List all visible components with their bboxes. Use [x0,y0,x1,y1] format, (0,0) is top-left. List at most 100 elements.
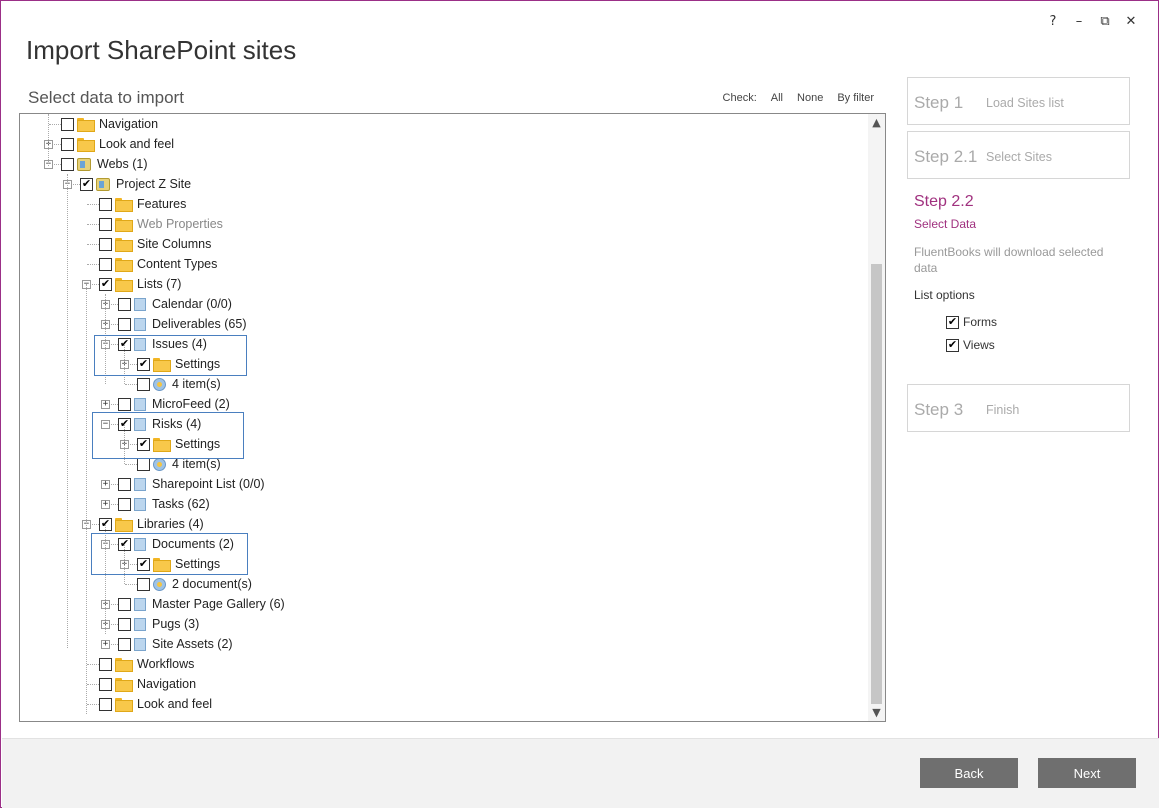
tree-node-checkbox[interactable] [99,257,112,271]
tree-node[interactable]: 2 document(s) [137,574,252,594]
tree-node[interactable]: ✔ Lists (7) [99,274,181,294]
tree-node-checkbox[interactable] [137,377,150,391]
restore-icon[interactable]: ⧉ [1092,11,1118,31]
step-1-name: Load Sites list [986,96,1064,110]
tree-node-checkbox[interactable] [118,297,131,311]
folder-icon [115,238,133,252]
tree-node-checkbox[interactable] [99,197,112,211]
check-all-link[interactable]: All [771,92,783,104]
folder-icon [115,518,133,532]
tree-node[interactable]: 4 item(s) [137,374,221,394]
tree-node[interactable]: Navigation [61,114,158,134]
minimize-icon[interactable]: – [1066,11,1092,31]
tree-scrollbar[interactable]: ▲ ▼ [868,114,885,721]
tree-node-label: 2 document(s) [172,577,252,591]
tree-node-checkbox[interactable]: ✔ [99,277,112,291]
forms-checkbox[interactable]: ✔ [946,315,959,329]
tree-node[interactable]: Workflows [99,654,194,674]
forms-option[interactable]: ✔ Forms [946,315,997,329]
check-none-link[interactable]: None [797,92,823,104]
tree-node-label: Tasks (62) [152,497,210,511]
expand-icon[interactable]: + [101,500,110,509]
tree-node-checkbox[interactable] [118,597,131,611]
tree-node[interactable]: Navigation [99,674,196,694]
folder-icon [115,258,133,272]
tree-node-checkbox[interactable] [99,237,112,251]
help-icon[interactable]: ? [1040,11,1066,31]
import-window: ? – ⧉ ✕ Import SharePoint sites Select d… [0,0,1159,808]
folder-icon [115,278,133,292]
folder-icon [77,118,95,132]
tree-node-checkbox[interactable] [61,117,74,131]
tree-node[interactable]: Tasks (62) [118,494,210,514]
tree-node-checkbox[interactable] [99,217,112,231]
tree-node-checkbox[interactable] [99,657,112,671]
tree-node[interactable]: Deliverables (65) [118,314,246,334]
tree-node-checkbox[interactable] [99,677,112,691]
tree-node[interactable]: Look and feel [61,134,174,154]
data-tree[interactable]: Navigation + Look and feel − Webs (1) − ✔ Proje… [19,113,886,722]
tree-node[interactable]: Master Page Gallery (6) [118,594,285,614]
step-2-1-box[interactable]: Step 2.1 Select Sites [907,131,1130,179]
tree-node[interactable]: Web Properties [99,214,223,234]
tree-node[interactable]: ✔ Project Z Site [80,174,191,194]
tree-node-checkbox[interactable] [118,497,131,511]
scroll-down-icon[interactable]: ▼ [868,704,885,721]
tree-node-label: 4 item(s) [172,377,221,391]
tree-node-label: Site Columns [137,237,212,251]
tree-node-label: Look and feel [137,697,213,711]
tree-node-checkbox[interactable] [118,617,131,631]
back-button[interactable]: Back [920,758,1018,788]
tree-node-checkbox[interactable] [137,577,150,591]
step-2-2-name: Select Data [914,217,977,231]
tree-node-checkbox[interactable]: ✔ [80,177,93,191]
check-bar: Check: All None By filter [723,92,874,104]
tree-node-checkbox[interactable] [99,697,112,711]
tree-node[interactable]: Look and feel [99,694,212,714]
web-icon [77,157,91,171]
item-icon [153,457,166,471]
tree-node[interactable]: Sharepoint List (0/0) [118,474,265,494]
tree-node[interactable]: Calendar (0/0) [118,294,232,314]
expand-icon[interactable]: + [101,480,110,489]
scroll-up-icon[interactable]: ▲ [868,114,885,131]
check-by-filter-link[interactable]: By filter [837,92,874,104]
tree-node-checkbox[interactable] [137,457,150,471]
tree-node[interactable]: Webs (1) [61,154,147,174]
highlight-box [94,335,247,376]
tree-node-checkbox[interactable] [61,137,74,151]
step-3-name: Finish [986,403,1020,417]
scroll-thumb[interactable] [871,264,882,704]
list-options-label: List options [914,288,975,302]
tree-node[interactable]: Content Types [99,254,217,274]
tree-node[interactable]: Features [99,194,186,214]
tree-node-checkbox[interactable] [118,637,131,651]
tree-node-label: Master Page Gallery (6) [152,597,285,611]
forms-label: Forms [963,315,997,329]
close-icon[interactable]: ✕ [1118,11,1144,31]
step-3-box[interactable]: Step 3 Finish [907,384,1130,432]
tree-connector [87,264,99,265]
views-checkbox[interactable]: ✔ [946,338,959,352]
web-icon [96,177,110,191]
next-button[interactable]: Next [1038,758,1136,788]
tree-node-checkbox[interactable] [118,477,131,491]
tree-node-checkbox[interactable] [118,317,131,331]
list-icon [134,497,146,511]
expand-icon[interactable]: + [101,640,110,649]
tree-node-checkbox[interactable] [61,157,74,171]
list-icon [134,297,146,311]
tree-node[interactable]: MicroFeed (2) [118,394,230,414]
tree-node-checkbox[interactable] [118,397,131,411]
step-3-number: Step 3 [914,400,964,419]
step-1-box[interactable]: Step 1 Load Sites list [907,77,1130,125]
tree-node[interactable]: Site Assets (2) [118,634,233,654]
expand-icon[interactable]: + [101,400,110,409]
tree-node[interactable]: Site Columns [99,234,211,254]
item-icon [153,577,166,591]
step-2-1-number: Step 2.1 [914,147,978,166]
tree-node[interactable]: ✔ Libraries (4) [99,514,204,534]
tree-node[interactable]: Pugs (3) [118,614,199,634]
views-option[interactable]: ✔ Views [946,338,995,352]
list-icon [134,637,146,651]
